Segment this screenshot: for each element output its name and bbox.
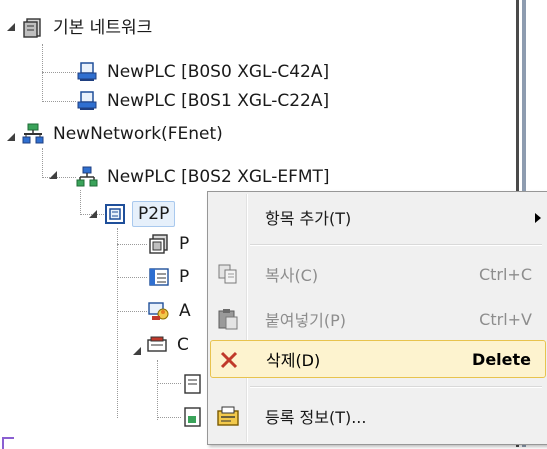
ethernet-network-icon bbox=[22, 123, 44, 145]
menu-item-delete[interactable]: 삭제(D) Delete bbox=[210, 340, 546, 378]
tree-item-child-c[interactable]: A bbox=[148, 296, 194, 326]
tree-item-new-network[interactable]: NewNetwork(FEnet) bbox=[22, 119, 226, 149]
block-icon bbox=[182, 406, 204, 428]
tree-item-child-d[interactable]: C bbox=[146, 330, 192, 360]
tree-item-child-f[interactable] bbox=[182, 402, 210, 432]
menu-item-label: 붙여넣기(P) bbox=[265, 311, 347, 330]
expanded-arrow-icon[interactable] bbox=[6, 22, 16, 32]
tree-item-p2p[interactable]: P2P bbox=[104, 199, 176, 229]
menu-item-shortcut: Delete bbox=[472, 349, 531, 369]
menu-item-copy[interactable]: 복사(C) Ctrl+C bbox=[210, 255, 546, 293]
expanded-arrow-icon[interactable] bbox=[48, 170, 58, 180]
menu-item-label: 항목 추가(T) bbox=[265, 209, 352, 228]
block-folder-icon bbox=[146, 334, 168, 356]
menu-item-label: 삭제(D) bbox=[266, 351, 321, 370]
plc-icon bbox=[76, 61, 98, 83]
tree-item-label: NewNetwork(FEnet) bbox=[53, 124, 223, 144]
expanded-arrow-icon[interactable] bbox=[6, 132, 16, 142]
paste-icon bbox=[216, 307, 240, 331]
tree-item-label: NewPLC [B0S0 XGL-C42A] bbox=[107, 62, 330, 82]
tree-item-plc-efmt[interactable]: NewPLC [B0S2 XGL-EFMT] bbox=[76, 162, 333, 192]
tree-item-child-a[interactable]: P bbox=[148, 229, 192, 259]
menu-separator bbox=[250, 386, 542, 388]
copy-icon bbox=[216, 262, 240, 286]
list-block-icon bbox=[148, 266, 170, 288]
submenu-arrow-icon bbox=[534, 208, 542, 227]
tree-item-plc-c42a[interactable]: NewPLC [B0S0 XGL-C42A] bbox=[76, 57, 332, 87]
tree-item-label: P bbox=[179, 267, 190, 287]
menu-item-paste[interactable]: 붙여넣기(P) Ctrl+V bbox=[210, 300, 546, 338]
tree-item-basic-network[interactable]: 기본 네트워크 bbox=[22, 13, 155, 43]
tree-item-label: P2P bbox=[132, 201, 176, 227]
properties-icon bbox=[216, 404, 240, 428]
tree-item-label: P bbox=[179, 234, 190, 254]
tree-item-label: NewPLC [B0S2 XGL-EFMT] bbox=[107, 167, 330, 187]
menu-separator bbox=[250, 244, 542, 246]
tree-item-label: 기본 네트워크 bbox=[53, 18, 153, 38]
tree-item-label: A bbox=[179, 301, 191, 321]
network-module-icon bbox=[76, 166, 98, 188]
menu-item-register-info[interactable]: 등록 정보(T)... bbox=[210, 397, 546, 435]
menu-item-label: 복사(C) bbox=[265, 266, 319, 285]
block-icon bbox=[182, 373, 204, 395]
menu-item-add-item[interactable]: 항목 추가(T) bbox=[210, 198, 546, 236]
user-device-icon bbox=[148, 300, 170, 322]
plc-icon bbox=[76, 90, 98, 112]
tree-item-label: C bbox=[177, 335, 189, 355]
tree-item-label: NewPLC [B0S1 XGL-C22A] bbox=[107, 91, 330, 111]
channel-icon bbox=[148, 233, 170, 255]
tree-item-child-e[interactable] bbox=[182, 369, 210, 399]
menu-item-shortcut: Ctrl+V bbox=[479, 309, 532, 329]
tree-item-child-b[interactable]: P bbox=[148, 262, 192, 292]
tree-item-plc-c22a[interactable]: NewPLC [B0S1 XGL-C22A] bbox=[76, 86, 332, 116]
context-menu: 항목 추가(T) 복사(C) Ctrl+C 붙여넣기(P) Ctrl+V 삭제(… bbox=[207, 191, 547, 445]
expanded-arrow-icon[interactable] bbox=[132, 346, 142, 356]
menu-item-shortcut: Ctrl+C bbox=[478, 264, 532, 284]
delete-x-icon bbox=[217, 348, 241, 372]
p2p-icon bbox=[104, 203, 126, 225]
network-group-icon bbox=[22, 17, 44, 39]
partial-item-icon bbox=[2, 437, 14, 449]
menu-item-label: 등록 정보(T)... bbox=[265, 408, 367, 427]
expanded-arrow-icon[interactable] bbox=[88, 209, 98, 219]
